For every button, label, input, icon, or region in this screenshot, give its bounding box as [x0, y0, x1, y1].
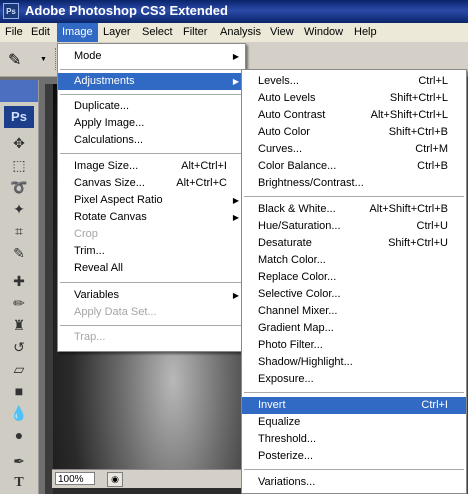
marquee-tool-icon[interactable]: ⬚	[10, 156, 28, 174]
menu-item-gradient-map[interactable]: Gradient Map...	[242, 320, 466, 337]
menu-image[interactable]: Image	[57, 23, 98, 42]
submenu-arrow-icon: ▶	[232, 213, 239, 222]
menu-help[interactable]: Help	[349, 23, 382, 42]
menu-item-variables[interactable]: Variables ▶	[58, 287, 245, 304]
menu-separator	[60, 94, 243, 95]
menu-item-pixel-aspect-ratio[interactable]: Pixel Aspect Ratio ▶	[58, 192, 245, 209]
menu-item-color-balance[interactable]: Color Balance... Ctrl+B	[242, 158, 466, 175]
menu-item-desaturate[interactable]: Desaturate Shift+Ctrl+U	[242, 235, 466, 252]
menu-item-canvas-size[interactable]: Canvas Size... Alt+Ctrl+C	[58, 175, 245, 192]
menu-separator	[60, 282, 243, 283]
gradient-tool-icon[interactable]: ■	[10, 382, 28, 400]
menu-item-selective-color[interactable]: Selective Color...	[242, 286, 466, 303]
pen-tool-icon[interactable]: ✒	[10, 452, 28, 470]
menu-item-mode[interactable]: Mode ▶	[58, 48, 245, 65]
menu-item-match-color[interactable]: Match Color...	[242, 252, 466, 269]
menu-item-channel-mixer[interactable]: Channel Mixer...	[242, 303, 466, 320]
magic-wand-tool-icon[interactable]: ✦	[10, 200, 28, 218]
menu-view[interactable]: View	[265, 23, 299, 42]
menu-item-auto-contrast[interactable]: Auto Contrast Alt+Shift+Ctrl+L	[242, 107, 466, 124]
title-bar: Ps Adobe Photoshop CS3 Extended	[0, 0, 468, 23]
menu-separator	[244, 392, 464, 393]
menu-item-equalize[interactable]: Equalize	[242, 414, 466, 431]
submenu-arrow-icon: ▶	[232, 52, 239, 61]
window-title: Adobe Photoshop CS3 Extended	[25, 3, 228, 18]
menu-item-trim[interactable]: Trim...	[58, 243, 245, 260]
menu-item-auto-color[interactable]: Auto Color Shift+Ctrl+B	[242, 124, 466, 141]
menu-item-threshold[interactable]: Threshold...	[242, 431, 466, 448]
lasso-tool-icon[interactable]: ➰	[10, 178, 28, 196]
photoshop-app-icon[interactable]: Ps	[3, 3, 19, 19]
zoom-level-field[interactable]: 100%	[55, 472, 95, 485]
menu-item-replace-color[interactable]: Replace Color...	[242, 269, 466, 286]
image-menu: Mode ▶ Adjustments ▶ Duplicate... Apply …	[57, 43, 246, 352]
document-status-bar: 100% ◉	[52, 469, 242, 488]
menu-item-auto-levels[interactable]: Auto Levels Shift+Ctrl+L	[242, 90, 466, 107]
brush-tool-icon[interactable]: ✏	[10, 294, 28, 312]
toolbox-header[interactable]	[0, 80, 38, 102]
menu-bar: File Edit Image Layer Select Filter Anal…	[0, 23, 468, 43]
menu-item-invert[interactable]: Invert Ctrl+I	[242, 397, 466, 414]
menu-item-variations[interactable]: Variations...	[242, 474, 466, 491]
menu-window[interactable]: Window	[299, 23, 348, 42]
menu-separator	[244, 196, 464, 197]
menu-item-adjustments[interactable]: Adjustments ▶	[58, 73, 245, 90]
eyedropper-tool-icon[interactable]: ✎	[10, 244, 28, 262]
crop-tool-icon[interactable]: ⌗	[10, 222, 28, 240]
submenu-arrow-icon: ▶	[232, 196, 239, 205]
menu-edit[interactable]: Edit	[26, 23, 55, 42]
move-tool-icon[interactable]: ✥	[10, 134, 28, 152]
menu-separator	[60, 69, 243, 70]
adjustments-submenu: Levels... Ctrl+L Auto Levels Shift+Ctrl+L …	[241, 69, 467, 494]
status-info-icon[interactable]: ◉	[107, 472, 123, 487]
menu-item-apply-image[interactable]: Apply Image...	[58, 115, 245, 132]
clone-stamp-tool-icon[interactable]: ♜	[10, 316, 28, 334]
menu-item-image-size[interactable]: Image Size... Alt+Ctrl+I	[58, 158, 245, 175]
healing-brush-tool-icon[interactable]: ✚	[10, 272, 28, 290]
menu-separator	[60, 325, 243, 326]
blur-tool-icon[interactable]: 💧	[10, 404, 28, 422]
menu-item-posterize[interactable]: Posterize...	[242, 448, 466, 465]
submenu-arrow-icon: ▶	[232, 77, 239, 86]
menu-item-black-white[interactable]: Black & White... Alt+Shift+Ctrl+B	[242, 201, 466, 218]
menu-file[interactable]: File	[0, 23, 28, 42]
menu-layer[interactable]: Layer	[98, 23, 136, 42]
menu-item-photo-filter[interactable]: Photo Filter...	[242, 337, 466, 354]
photoshop-logo[interactable]: Ps	[4, 106, 34, 128]
menu-item-reveal-all[interactable]: Reveal All	[58, 260, 245, 277]
menu-separator	[60, 153, 243, 154]
document-edge	[45, 84, 53, 494]
type-tool-icon[interactable]: T	[10, 474, 28, 492]
menu-item-rotate-canvas[interactable]: Rotate Canvas ▶	[58, 209, 245, 226]
menu-filter[interactable]: Filter	[178, 23, 212, 42]
tool-preset-dropdown-icon[interactable]: ▼	[40, 56, 47, 63]
menu-item-brightness-contrast[interactable]: Brightness/Contrast...	[242, 175, 466, 192]
dodge-tool-icon[interactable]: ●	[10, 426, 28, 444]
menu-item-exposure[interactable]: Exposure...	[242, 371, 466, 388]
menu-separator	[244, 469, 464, 470]
eraser-tool-icon[interactable]: ▱	[10, 360, 28, 378]
menu-select[interactable]: Select	[137, 23, 178, 42]
menu-item-curves[interactable]: Curves... Ctrl+M	[242, 141, 466, 158]
toolbox: Ps ✥ ⬚ ➰ ✦ ⌗ ✎ ✚ ✏ ♜ ↺ ▱ ■ 💧 ● ✒ T	[0, 80, 39, 494]
menu-item-apply-data-set: Apply Data Set...	[74, 306, 157, 318]
menu-analysis[interactable]: Analysis	[215, 23, 266, 42]
menu-item-levels[interactable]: Levels... Ctrl+L	[242, 73, 466, 90]
menu-item-shadow-highlight[interactable]: Shadow/Highlight...	[242, 354, 466, 371]
menu-item-hue-saturation[interactable]: Hue/Saturation... Ctrl+U	[242, 218, 466, 235]
menu-item-crop: Crop	[74, 228, 98, 240]
menu-item-duplicate[interactable]: Duplicate...	[58, 98, 245, 115]
eyedropper-icon[interactable]: ✎	[8, 50, 21, 70]
history-brush-tool-icon[interactable]: ↺	[10, 338, 28, 356]
submenu-arrow-icon: ▶	[232, 291, 239, 300]
menu-item-trap: Trap...	[74, 331, 106, 343]
menu-item-calculations[interactable]: Calculations...	[58, 132, 245, 149]
